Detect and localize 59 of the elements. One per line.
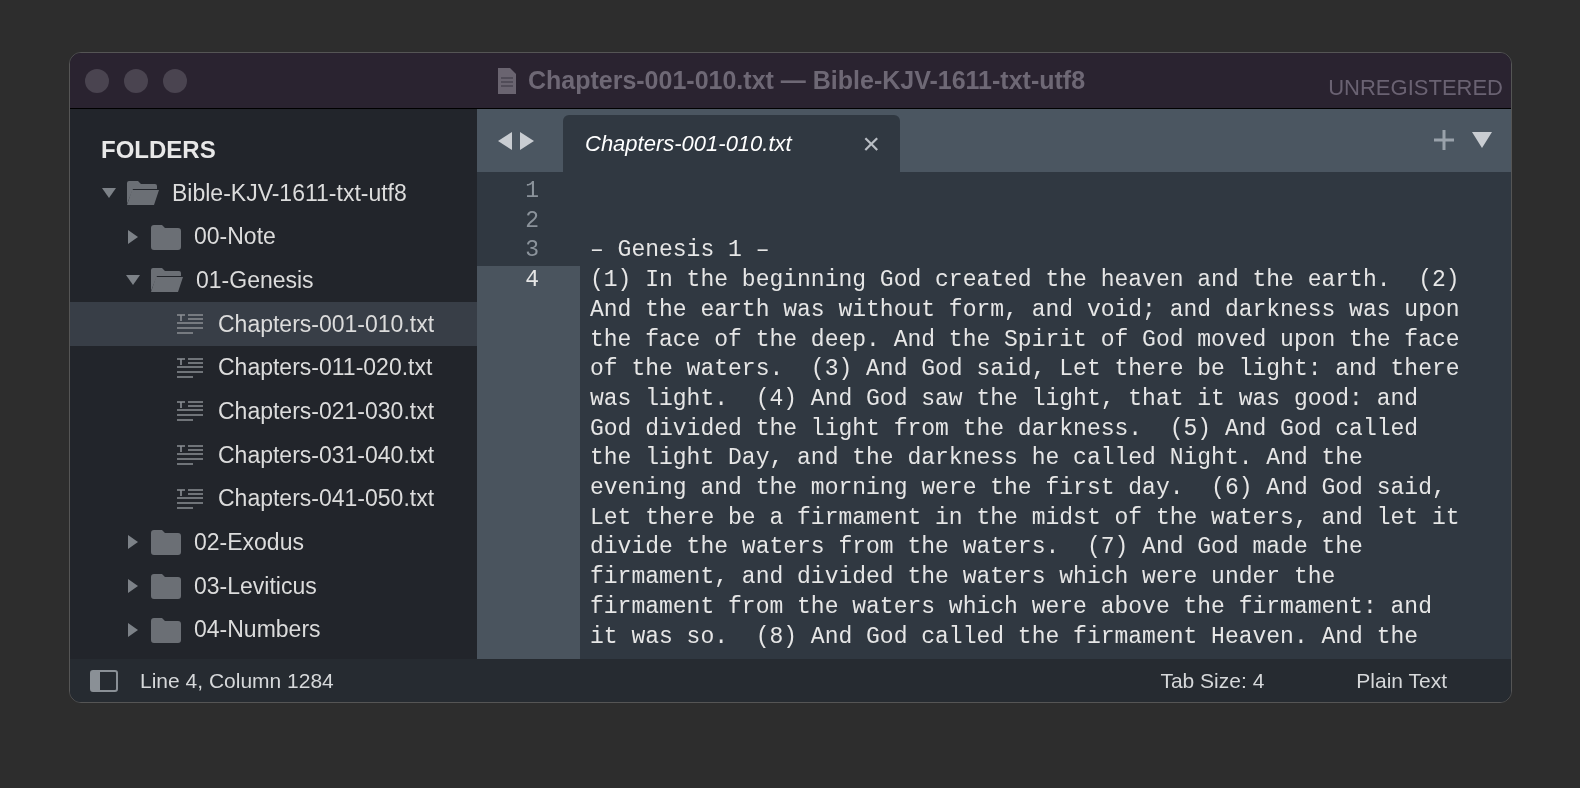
line-number: 3 bbox=[525, 237, 539, 264]
text-file-icon bbox=[176, 312, 204, 335]
line-number: 4 bbox=[525, 267, 539, 294]
folder-icon bbox=[150, 529, 182, 556]
line-number: 1 bbox=[525, 178, 539, 204]
unregistered-label: UNREGISTERED bbox=[1328, 74, 1503, 102]
sidebar-heading: FOLDERS bbox=[101, 135, 216, 165]
folder-item[interactable]: 04-Numbers bbox=[70, 607, 477, 652]
folder-item[interactable]: 00-Note bbox=[70, 214, 477, 259]
open-folder-icon bbox=[126, 179, 160, 206]
text-line: it was so. (8) And God called the firmament Heaven. And the bbox=[590, 622, 1420, 652]
text-line: Let there be a firmament in the midst of the waters, and let it bbox=[590, 503, 1460, 533]
collapsed-arrow-icon[interactable] bbox=[126, 535, 140, 550]
new-tab-icon[interactable] bbox=[1433, 129, 1455, 151]
folder-item[interactable]: 02-Exodus bbox=[70, 520, 477, 565]
text-line: (1) In the beginning God created the heaven and the earth. (2) bbox=[590, 266, 1460, 296]
text-file-icon bbox=[176, 356, 204, 379]
text-line: divide the waters from the waters. (7) And God made the bbox=[590, 533, 1364, 563]
text-file-icon bbox=[176, 400, 204, 423]
collapsed-arrow-icon[interactable] bbox=[126, 579, 140, 594]
file-item[interactable]: Chapters-041-050.txt bbox=[70, 476, 477, 521]
sidebar-toggle-icon[interactable] bbox=[90, 669, 118, 692]
editor-tab[interactable]: Chapters-001-010.txt × bbox=[563, 115, 900, 172]
open-folder-icon bbox=[150, 267, 184, 294]
document-icon bbox=[495, 66, 518, 95]
line-number: 2 bbox=[525, 207, 539, 234]
file-item[interactable]: Chapters-021-030.txt bbox=[70, 389, 477, 434]
cursor-position: Line 4, Column 1284 bbox=[140, 667, 334, 694]
folder-item[interactable]: 01-Genesis bbox=[70, 258, 477, 303]
tab-size-selector[interactable]: Tab Size: 4 bbox=[1160, 664, 1265, 697]
text-line: the face of the deep. And the Spirit of God moved upon the face bbox=[590, 325, 1460, 355]
text-line: firmament, and divided the waters which were under the bbox=[590, 563, 1337, 593]
folder-item[interactable]: 03-Leviticus bbox=[70, 564, 477, 608]
text-line: And the earth was without form, and void; and darkness was upon bbox=[590, 295, 1460, 325]
expanded-arrow-icon[interactable] bbox=[102, 185, 116, 200]
text-line: firmament from the waters which were above the firmament: and bbox=[590, 592, 1433, 622]
text-file-icon bbox=[176, 487, 204, 510]
text-file-icon bbox=[176, 443, 204, 466]
dropdown-icon[interactable] bbox=[1471, 131, 1493, 149]
text-line: the light Day, and the darkness he called Night. And the bbox=[590, 444, 1364, 474]
text-line: evening and the morning were the first day. (6) And God said, bbox=[590, 474, 1447, 504]
folder-icon bbox=[150, 616, 182, 643]
text-line: God divided the light from the darkness. (5) And God called bbox=[590, 414, 1420, 444]
file-item[interactable]: Chapters-031-040.txt bbox=[70, 433, 477, 477]
back-arrow-icon[interactable] bbox=[497, 130, 513, 151]
forward-arrow-icon[interactable] bbox=[519, 130, 535, 151]
file-item[interactable]: Chapters-011-020.txt bbox=[70, 345, 477, 390]
collapsed-arrow-icon[interactable] bbox=[126, 622, 140, 637]
collapsed-arrow-icon[interactable] bbox=[126, 229, 140, 244]
folder-item[interactable]: Bible-KJV-1611-txt-utf8 bbox=[70, 171, 477, 215]
text-line: was light. (4) And God saw the light, that it was good: and bbox=[590, 384, 1420, 414]
folder-icon bbox=[150, 573, 182, 600]
close-tab-button[interactable]: × bbox=[862, 121, 880, 166]
window-title: Chapters-001-010.txt — Bible-KJV-1611-txt-utf8 bbox=[527, 64, 1086, 96]
folder-icon bbox=[150, 223, 182, 250]
text-line: of the waters. (3) And God said, Let there be light: and there bbox=[590, 355, 1460, 385]
text-line: – Genesis 1 – bbox=[590, 236, 770, 266]
syntax-selector[interactable]: Plain Text bbox=[1356, 664, 1447, 697]
file-item[interactable]: Chapters-001-010.txt bbox=[70, 302, 477, 346]
